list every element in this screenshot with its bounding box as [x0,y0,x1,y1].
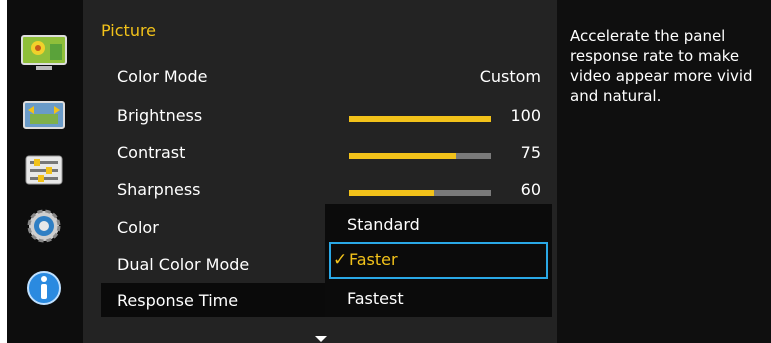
menu-row-color-mode[interactable]: Color Mode Custom [101,59,541,93]
option-fastest[interactable]: Fastest [325,281,552,318]
sharpness-slider[interactable] [349,190,491,196]
system-icon[interactable] [20,150,68,190]
contrast-slider[interactable] [349,153,491,159]
menu-row-value: 100 [510,106,541,125]
menu-row-label: Dual Color Mode [117,255,250,274]
option-label: Faster [349,250,398,269]
response-time-dropdown: Standard ✓ Faster Fastest [325,204,552,317]
onscreen-display-icon[interactable] [20,96,68,136]
menu-row-label: Color [117,218,159,237]
menu-row-value: Custom [479,67,541,86]
menu-row-response-time[interactable]: Response Time [101,283,325,317]
menu-title: Picture [101,21,157,40]
menu-row-label: Color Mode [117,67,208,86]
menu-row-label: Sharpness [117,180,201,199]
menu-row-brightness[interactable]: Brightness 100 [101,98,541,132]
menu-row-label: Response Time [117,291,239,310]
menu-row-value: 75 [520,143,541,162]
description-panel: Accelerate the panel response rate to ma… [557,0,771,343]
option-label: Fastest [347,289,404,308]
check-icon: ✓ [333,250,348,270]
menu-row-dual-color-mode[interactable]: Dual Color Mode [101,247,325,281]
menu-row-sharpness[interactable]: Sharpness 60 [101,172,541,206]
brightness-slider[interactable] [349,116,491,122]
menu-row-label: Brightness [117,106,203,125]
picture-icon[interactable] [20,34,68,74]
slider-fill [349,116,491,122]
sidebar [7,0,83,343]
information-icon[interactable] [20,268,68,308]
option-faster[interactable]: ✓ Faster [329,242,548,279]
option-standard[interactable]: Standard [325,207,552,244]
menu-row-color[interactable]: Color [101,210,325,244]
menu-row-value: 60 [520,180,541,199]
description-text: Accelerate the panel response rate to ma… [570,27,753,105]
option-label: Standard [347,215,420,234]
slider-fill [349,153,456,159]
slider-fill [349,190,435,196]
menu-row-contrast[interactable]: Contrast 75 [101,135,541,169]
menu-row-label: Contrast [117,143,186,162]
scroll-down-icon[interactable] [315,336,327,342]
settings-icon[interactable] [20,206,68,246]
